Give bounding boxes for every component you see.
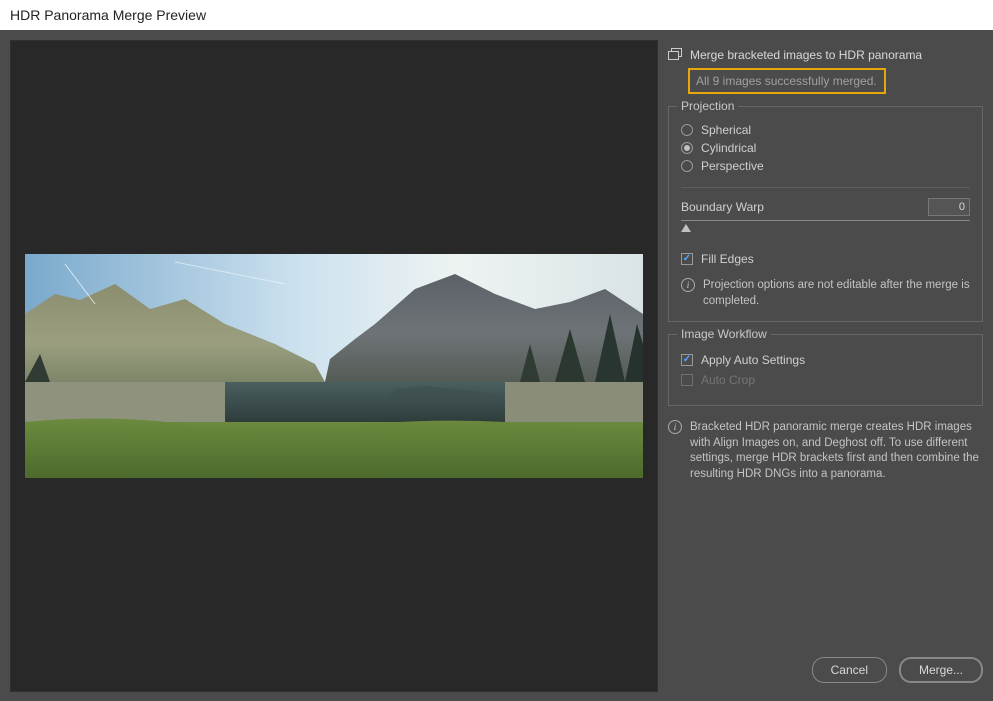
window-title: HDR Panorama Merge Preview — [10, 7, 206, 23]
radio-label: Cylindrical — [701, 141, 756, 155]
radio-icon — [681, 160, 693, 172]
boundary-warp-label: Boundary Warp — [681, 200, 764, 214]
dialog-footer: Cancel Merge... — [668, 657, 983, 691]
projection-fieldset: Projection Spherical Cylindrical Perspec… — [668, 106, 983, 322]
apply-auto-settings-option[interactable]: Apply Auto Settings — [681, 353, 970, 367]
projection-note-row: i Projection options are not editable af… — [681, 278, 970, 309]
projection-perspective-option[interactable]: Perspective — [681, 159, 970, 173]
checkbox-icon — [681, 354, 693, 366]
settings-panel: Merge bracketed images to HDR panorama A… — [668, 40, 983, 691]
preview-pane — [10, 40, 658, 692]
checkbox-icon — [681, 374, 693, 386]
titlebar: HDR Panorama Merge Preview — [0, 0, 993, 30]
info-icon: i — [681, 278, 695, 292]
fill-edges-option[interactable]: Fill Edges — [681, 252, 970, 266]
merge-button[interactable]: Merge... — [899, 657, 983, 683]
fill-edges-label: Fill Edges — [701, 252, 754, 266]
divider — [681, 187, 970, 188]
merge-header: Merge bracketed images to HDR panorama — [668, 48, 983, 62]
boundary-warp-input[interactable] — [928, 198, 970, 216]
radio-label: Perspective — [701, 159, 764, 173]
cancel-button[interactable]: Cancel — [812, 657, 887, 683]
auto-crop-label: Auto Crop — [701, 373, 755, 387]
boundary-warp-slider[interactable] — [681, 220, 970, 234]
panorama-preview-image — [25, 254, 643, 478]
projection-note-text: Projection options are not editable afte… — [703, 278, 970, 309]
merge-status-text: All 9 images successfully merged. — [696, 74, 877, 88]
boundary-warp-row: Boundary Warp — [681, 198, 970, 216]
apply-auto-settings-label: Apply Auto Settings — [701, 353, 805, 367]
auto-crop-option: Auto Crop — [681, 373, 970, 387]
radio-icon — [681, 124, 693, 136]
projection-cylindrical-option[interactable]: Cylindrical — [681, 141, 970, 155]
merge-status-highlight: All 9 images successfully merged. — [688, 68, 886, 94]
radio-icon — [681, 142, 693, 154]
radio-label: Spherical — [701, 123, 751, 137]
projection-spherical-option[interactable]: Spherical — [681, 123, 970, 137]
images-icon — [668, 48, 684, 62]
main-content: Merge bracketed images to HDR panorama A… — [0, 30, 993, 701]
workflow-legend: Image Workflow — [677, 327, 771, 341]
checkbox-icon — [681, 253, 693, 265]
help-row: i Bracketed HDR panoramic merge creates … — [668, 420, 983, 482]
slider-thumb-icon[interactable] — [681, 224, 691, 232]
projection-legend: Projection — [677, 99, 738, 113]
merge-header-label: Merge bracketed images to HDR panorama — [690, 48, 922, 62]
workflow-fieldset: Image Workflow Apply Auto Settings Auto … — [668, 334, 983, 406]
info-icon: i — [668, 420, 682, 434]
help-text: Bracketed HDR panoramic merge creates HD… — [690, 420, 983, 482]
